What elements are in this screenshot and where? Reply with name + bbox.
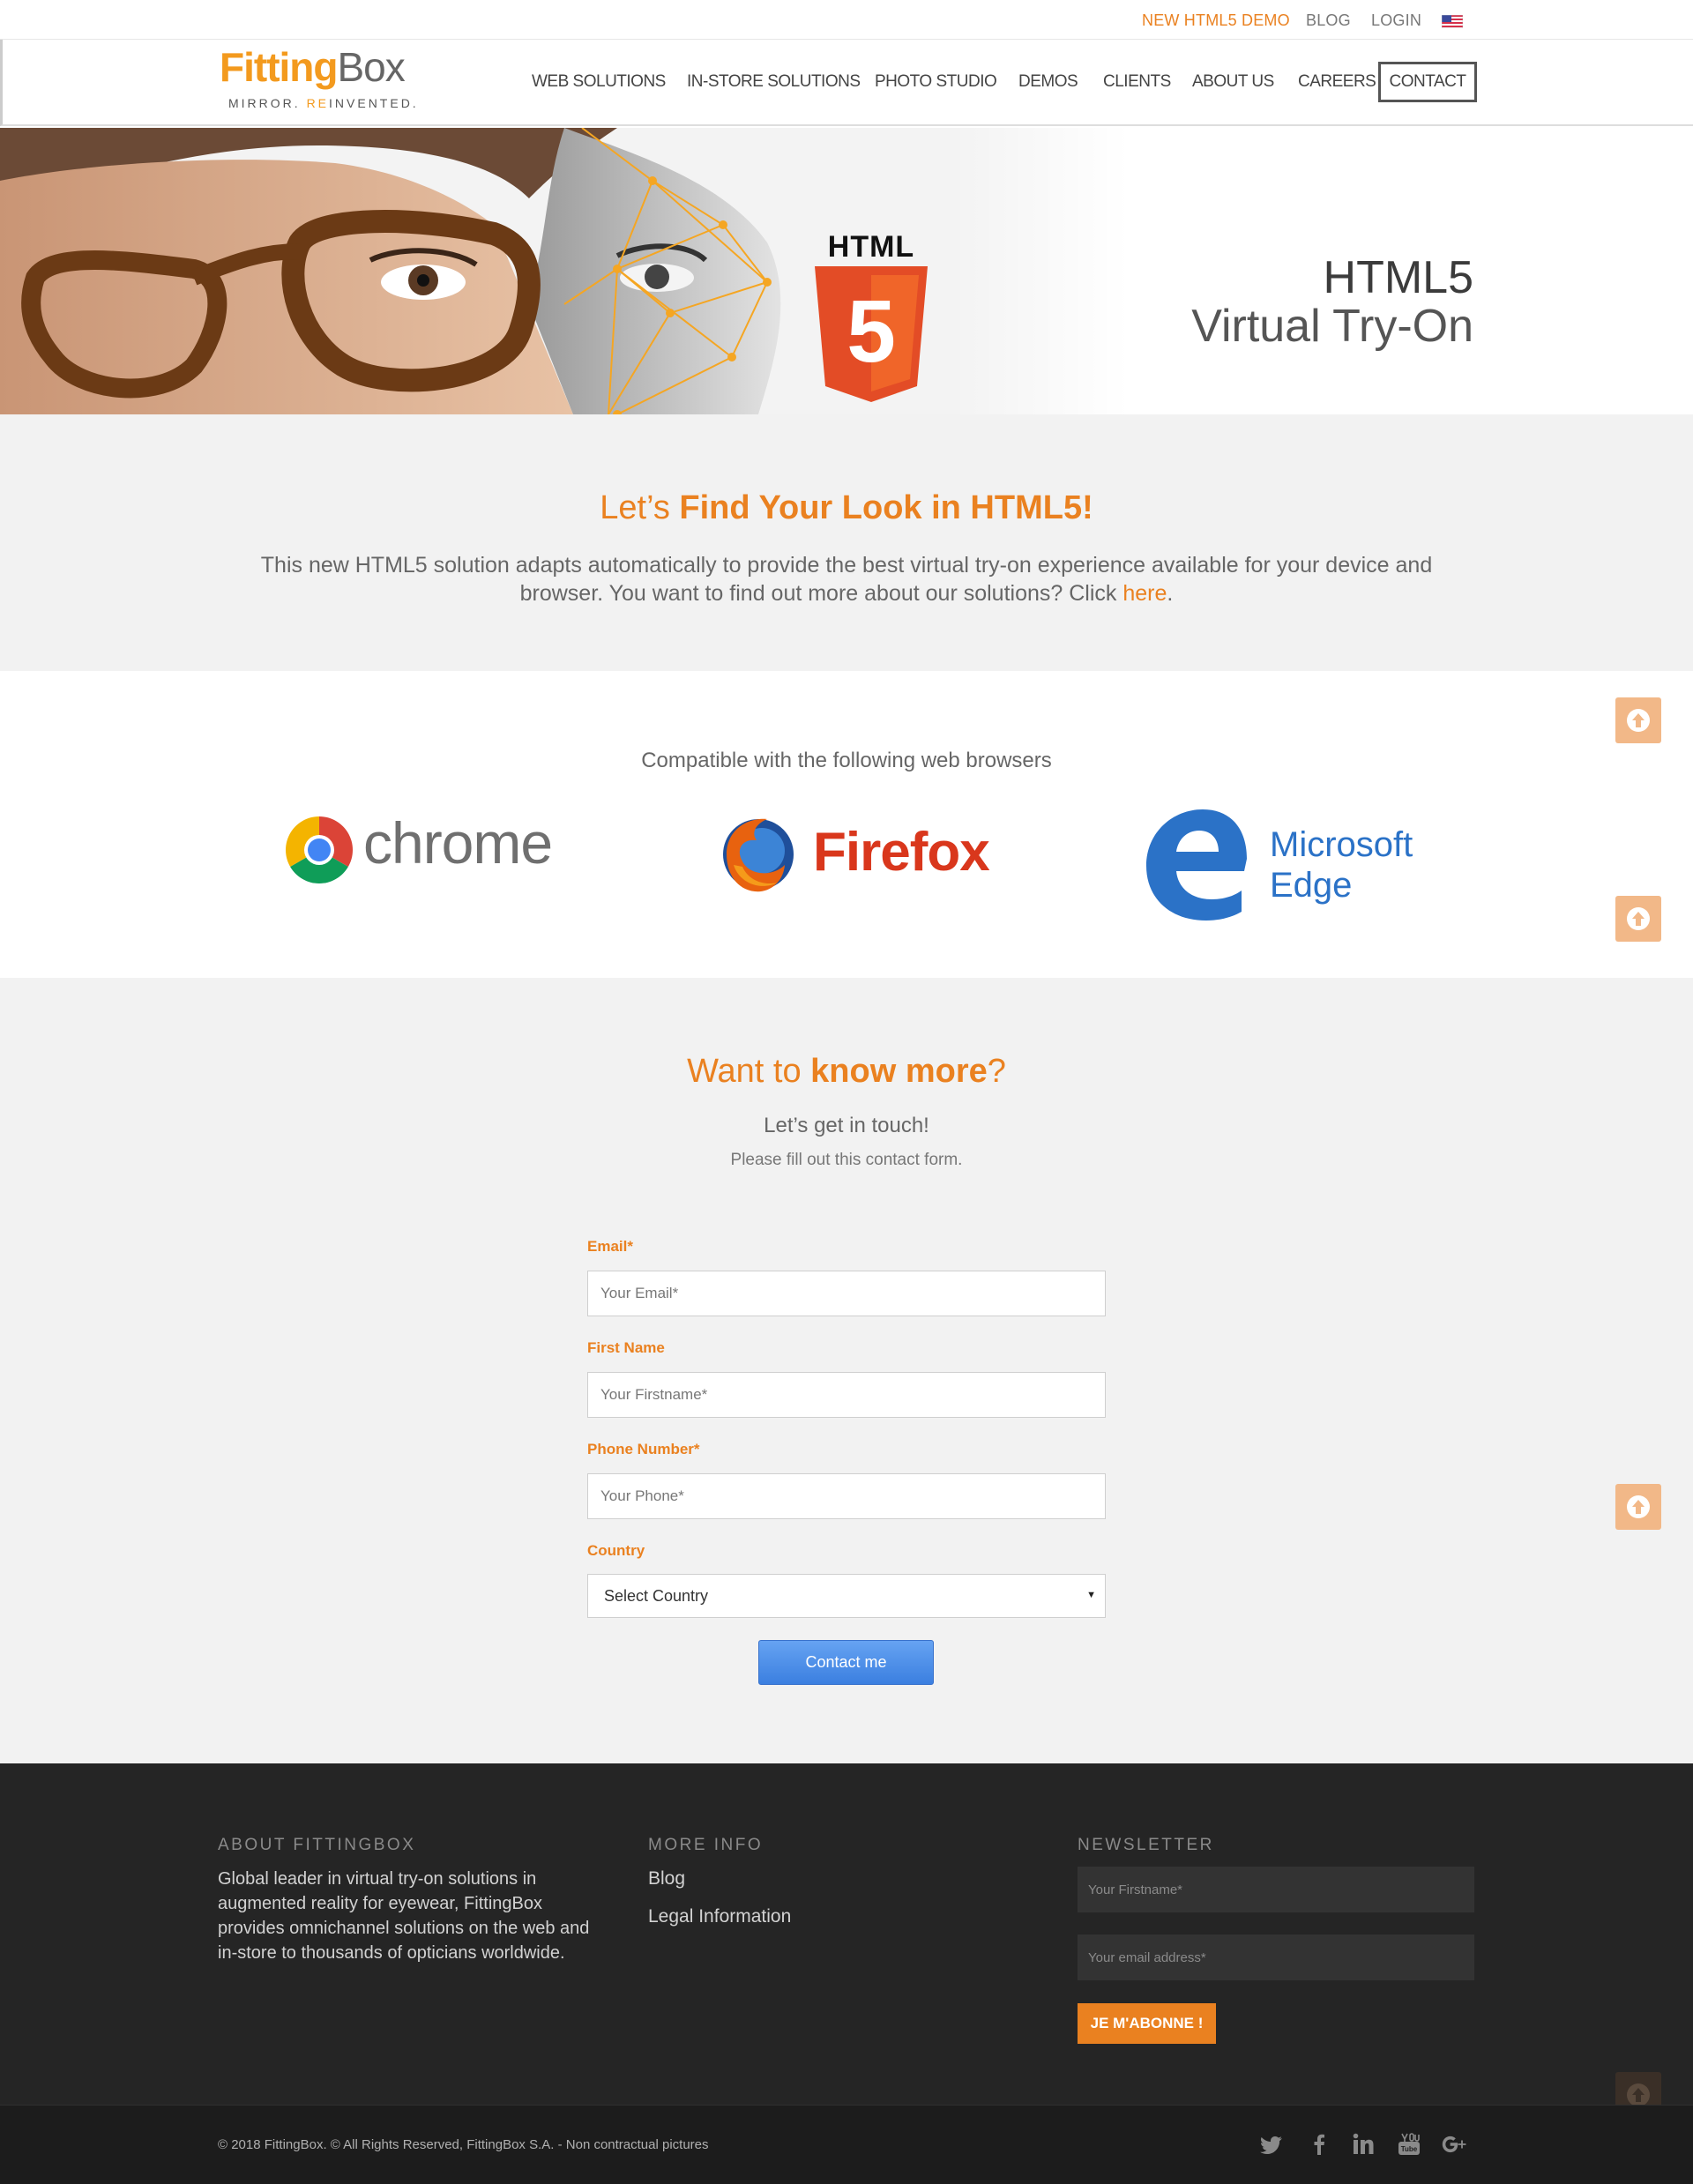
scroll-top-button[interactable]	[1615, 1484, 1661, 1530]
hero-title-line2: Virtual Try-On	[1191, 301, 1473, 352]
country-select[interactable]: Select Country ▼	[587, 1574, 1106, 1618]
linkedin-icon[interactable]	[1349, 2130, 1377, 2158]
legal-information-link[interactable]: Legal Information	[648, 1906, 791, 1927]
blog-top-link[interactable]: BLOG	[1306, 11, 1351, 30]
intro-text: This new HTML5 solution adapts automatic…	[260, 553, 1433, 606]
footer-blog-link[interactable]: Blog	[648, 1868, 685, 1890]
copyright-text: © 2018 FittingBox. © All Rights Reserved…	[218, 2137, 709, 2152]
nav-about-us[interactable]: ABOUT US	[1192, 72, 1274, 92]
arrow-up-circle-icon	[1627, 907, 1650, 930]
edge-label-edge: Edge	[1270, 866, 1353, 905]
dropdown-caret-icon: ▼	[1086, 1590, 1096, 1600]
nav-photo-studio[interactable]: PHOTO STUDIO	[875, 72, 997, 92]
contact-form-section: Want to know more? Let’s get in touch! P…	[0, 978, 1693, 1763]
fittingbox-logo[interactable]: FittingBox MIRROR. REINVENTED.	[220, 44, 416, 117]
email-label: Email*	[587, 1238, 633, 1255]
youtube-icon[interactable]: Tube	[1395, 2130, 1423, 2158]
phone-label: Phone Number*	[587, 1441, 700, 1457]
logo-tagline: MIRROR. REINVENTED.	[228, 96, 419, 110]
footer: ABOUT FITTINGBOX Global leader in virtua…	[0, 1763, 1693, 2118]
edge-icon	[1146, 809, 1247, 921]
first-name-label: First Name	[587, 1339, 665, 1356]
nav-in-store-solutions[interactable]: IN-STORE SOLUTIONS	[687, 72, 861, 92]
svg-text:5: 5	[846, 282, 896, 381]
form-heading: Want to know more?	[687, 1053, 1006, 1090]
login-link[interactable]: LOGIN	[1371, 11, 1421, 30]
nav-careers[interactable]: CAREERS	[1298, 72, 1376, 92]
first-name-field[interactable]	[587, 1372, 1106, 1418]
country-select-value: Select Country	[604, 1587, 709, 1605]
html5-badge-label: HTML	[827, 230, 915, 264]
about-heading: ABOUT FITTINGBOX	[218, 1836, 416, 1854]
html5-badge: HTML 5	[809, 230, 933, 406]
new-html5-demo-link[interactable]: NEW HTML5 DEMO	[1142, 11, 1290, 30]
nav-demos[interactable]: DEMOS	[1018, 72, 1078, 92]
top-utility-bar: NEW HTML5 DEMO BLOG LOGIN	[0, 0, 1693, 40]
facebook-icon[interactable]	[1305, 2130, 1333, 2158]
browser-compatibility-section: Compatible with the following web browse…	[0, 671, 1693, 978]
newsletter-firstname-input[interactable]	[1078, 1867, 1474, 1912]
firefox-icon	[723, 818, 794, 892]
nav-contact-button[interactable]: CONTACT	[1378, 62, 1477, 102]
chrome-label: chrome	[363, 810, 553, 876]
hero-photo-woman-glasses	[0, 128, 1129, 414]
about-text: Global leader in virtual try-on solution…	[218, 1869, 590, 1963]
svg-text:Tube: Tube	[1401, 2145, 1418, 2153]
chrome-icon	[286, 816, 353, 883]
edge-label-microsoft: Microsoft	[1270, 825, 1413, 864]
scroll-top-button[interactable]	[1615, 896, 1661, 942]
intro-section: Let’s Find Your Look in HTML5! This new …	[0, 414, 1693, 671]
intro-heading: Let’s Find Your Look in HTML5!	[600, 489, 1093, 526]
arrow-up-circle-icon	[1627, 1495, 1650, 1518]
newsletter-heading: NEWSLETTER	[1078, 1836, 1214, 1854]
copyright-bar: © 2018 FittingBox. © All Rights Reserved…	[0, 2105, 1693, 2184]
html5-shield-icon: 5	[815, 266, 928, 402]
main-header: FittingBox MIRROR. REINVENTED. WEB SOLUT…	[0, 40, 1693, 126]
contact-me-button[interactable]: Contact me	[758, 1640, 934, 1685]
here-link[interactable]: here	[1122, 581, 1167, 606]
twitter-icon[interactable]	[1257, 2130, 1286, 2158]
form-subheading: Let’s get in touch!	[764, 1114, 929, 1137]
nav-web-solutions[interactable]: WEB SOLUTIONS	[532, 72, 666, 92]
logo-wordmark: FittingBox	[220, 44, 406, 90]
hero-banner: HTML 5 HTML5 Virtual Try-On	[0, 128, 1693, 414]
country-label: Country	[587, 1542, 645, 1559]
compatibility-title: Compatible with the following web browse…	[641, 749, 1052, 772]
hero-title-line1: HTML5	[1323, 252, 1473, 303]
us-flag-icon[interactable]	[1442, 15, 1463, 28]
email-field[interactable]	[587, 1271, 1106, 1316]
phone-field[interactable]	[587, 1473, 1106, 1519]
more-info-heading: MORE INFO	[648, 1836, 764, 1854]
scroll-top-button[interactable]	[1615, 697, 1661, 743]
newsletter-subscribe-button[interactable]: JE M'ABONNE !	[1078, 2003, 1216, 2044]
firefox-label: Firefox	[813, 822, 990, 883]
newsletter-email-input[interactable]	[1078, 1934, 1474, 1980]
google-plus-icon[interactable]	[1441, 2130, 1469, 2158]
form-instruction: Please fill out this contact form.	[730, 1151, 963, 1169]
arrow-up-circle-icon	[1627, 709, 1650, 732]
nav-clients[interactable]: CLIENTS	[1103, 72, 1171, 92]
